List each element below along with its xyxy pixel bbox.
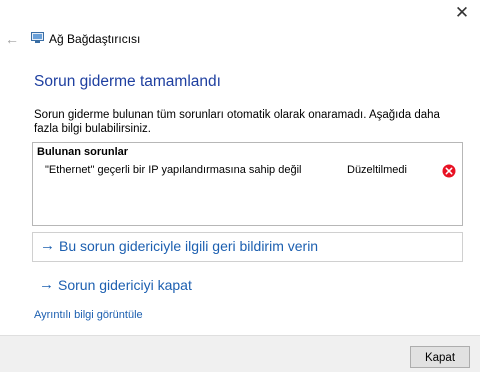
window-title: Ağ Bağdaştırıcısı (49, 32, 141, 46)
close-troubleshooter-link[interactable]: → Sorun gidericiyi kapat (32, 274, 463, 296)
back-arrow-icon[interactable]: ← (5, 30, 21, 48)
footer-bar: Kapat (0, 335, 480, 372)
feedback-link[interactable]: → Bu sorun gidericiyle ilgili geri bildi… (32, 232, 463, 262)
problem-status: Düzeltilmedi (347, 164, 407, 176)
problems-header: Bulunan sorunlar (37, 146, 129, 158)
title-bar: ✕ (0, 0, 480, 30)
close-window-icon[interactable]: ✕ (452, 2, 472, 24)
view-details-link[interactable]: Ayrıntılı bilgi görüntüle (34, 309, 143, 321)
nav-bar: ← Ağ Bağdaştırıcısı (0, 30, 480, 52)
page-title: Sorun giderme tamamlandı (34, 73, 221, 90)
description-text: Sorun giderme bulunan tüm sorunları otom… (34, 109, 440, 135)
problem-row: "Ethernet" geçerli bir IP yapılandırması… (33, 161, 462, 181)
close-button[interactable]: Kapat (410, 346, 470, 368)
feedback-link-label: Bu sorun gidericiyle ilgili geri bildiri… (59, 238, 319, 254)
arrow-right-icon: → (40, 237, 55, 254)
error-icon (442, 164, 456, 178)
network-adapter-icon (31, 32, 44, 43)
close-troubleshooter-label: Sorun gidericiyi kapat (58, 277, 192, 293)
arrow-right-icon: → (39, 276, 54, 293)
problems-panel: Bulunan sorunlar "Ethernet" geçerli bir … (32, 142, 463, 226)
problem-description: "Ethernet" geçerli bir IP yapılandırması… (45, 164, 302, 176)
